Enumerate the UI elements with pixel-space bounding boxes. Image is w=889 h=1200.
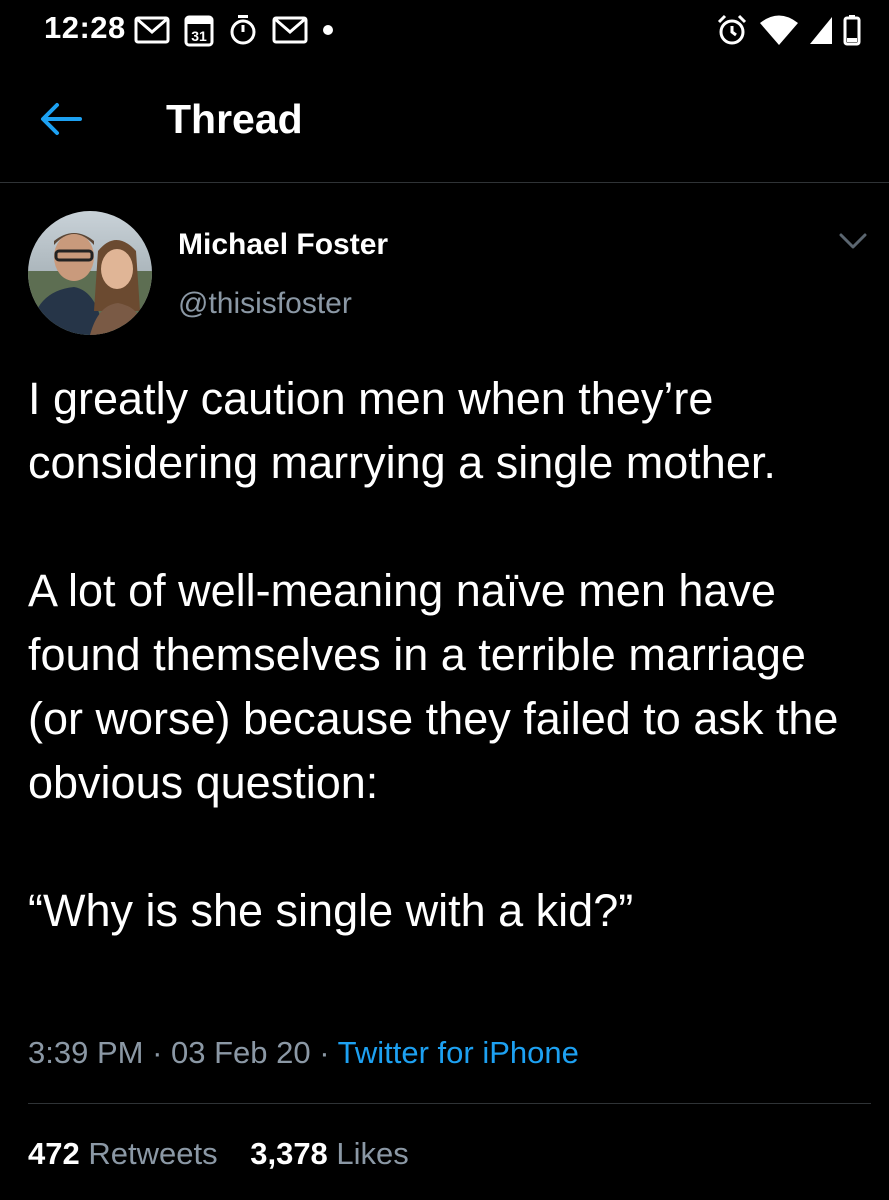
likes-count: 3,378 <box>250 1136 328 1171</box>
cellular-signal-icon <box>809 15 833 45</box>
calendar-icon: 31 <box>184 13 214 47</box>
back-arrow-icon <box>40 102 82 141</box>
tweet-options-button[interactable] <box>833 228 873 258</box>
wifi-icon <box>759 14 799 46</box>
likes-stat[interactable]: 3,378 Likes <box>250 1136 409 1171</box>
status-time: 12:28 <box>44 10 126 45</box>
likes-label: Likes <box>336 1136 409 1171</box>
alarm-icon <box>715 13 749 47</box>
notification-dot-icon <box>322 24 334 36</box>
tweet-stats: 472 Retweets 3,378 Likes <box>28 1136 409 1172</box>
retweets-count: 472 <box>28 1136 80 1171</box>
back-button[interactable] <box>34 94 88 148</box>
divider <box>28 1103 871 1104</box>
chevron-down-icon <box>839 232 867 255</box>
calendar-day: 31 <box>191 28 207 44</box>
tweet-source-link[interactable]: Twitter for iPhone <box>338 1035 579 1070</box>
thread-header: Thread <box>0 62 889 183</box>
tweet-time: 3:39 PM <box>28 1035 144 1070</box>
author-handle[interactable]: @thisisfoster <box>178 287 352 321</box>
retweets-label: Retweets <box>88 1136 218 1171</box>
tweet-timestamp: 3:39 PM · 03 Feb 20 · Twitter for iPhone <box>28 1035 579 1071</box>
gmail-icon <box>272 15 308 45</box>
tweet-text: I greatly caution men when they’re consi… <box>28 367 868 943</box>
page-title: Thread <box>166 96 303 142</box>
meta-separator: · <box>143 1035 172 1070</box>
status-bar: 12:28 31 <box>0 0 889 62</box>
retweets-stat[interactable]: 472 Retweets <box>28 1136 218 1171</box>
gmail-icon <box>134 15 170 45</box>
battery-icon <box>843 14 861 46</box>
tweet-paragraph: A lot of well-meaning naïve men have fou… <box>28 565 839 808</box>
avatar[interactable] <box>28 211 152 335</box>
timer-icon <box>228 13 258 47</box>
tweet-paragraph: I greatly caution men when they’re consi… <box>28 373 776 488</box>
tweet-paragraph: “Why is she single with a kid?” <box>28 885 634 936</box>
tweet-date: 03 Feb 20 <box>171 1035 311 1070</box>
status-notification-icons: 31 <box>134 10 334 50</box>
author-name[interactable]: Michael Foster <box>178 228 388 262</box>
status-system-icons <box>715 10 861 50</box>
meta-separator: · <box>310 1035 338 1070</box>
